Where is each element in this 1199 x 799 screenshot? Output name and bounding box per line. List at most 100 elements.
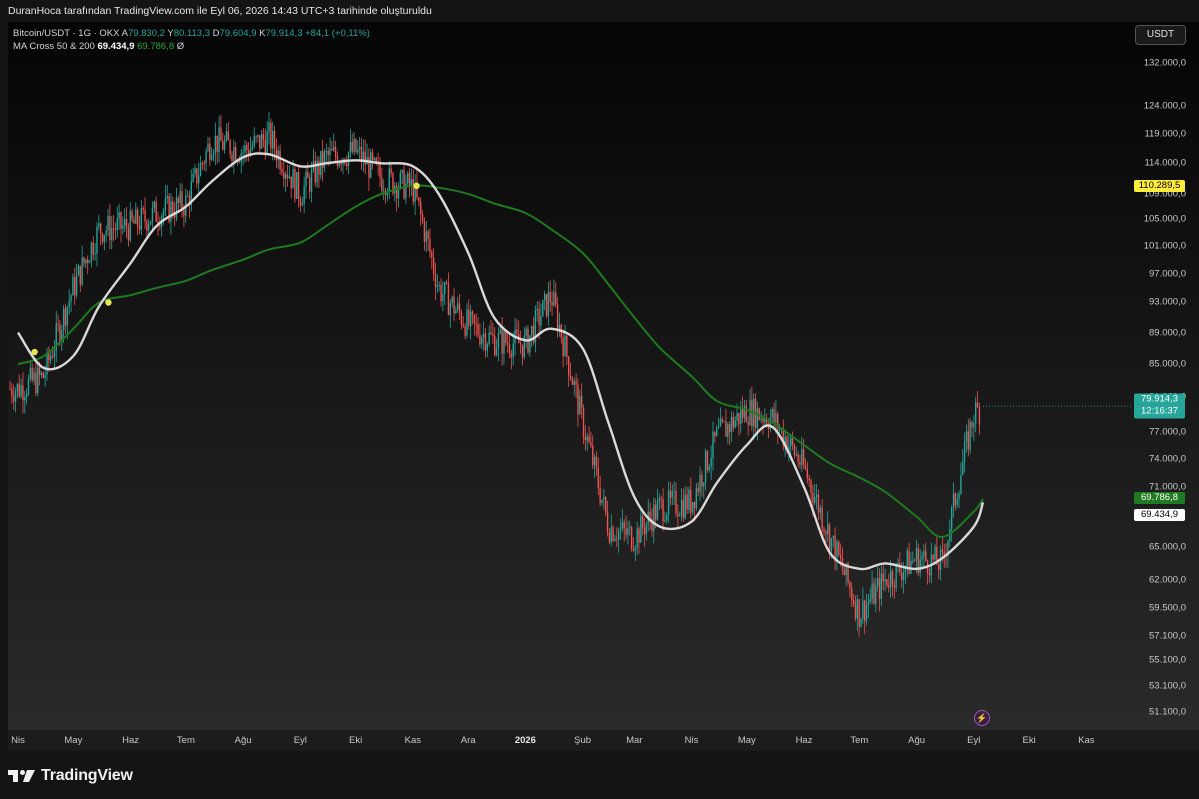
price-tick: 74.000,0 [1149, 453, 1186, 465]
candle-body [608, 532, 611, 543]
candle-body [201, 163, 204, 164]
candle-body [53, 350, 56, 358]
candle-body [923, 550, 925, 557]
candle-body [851, 588, 853, 600]
candle-body [679, 515, 681, 517]
candle-body [830, 538, 833, 551]
candle-body [710, 457, 712, 467]
candle-body [612, 527, 614, 541]
candle-body [138, 225, 141, 230]
candle-body [42, 372, 44, 378]
candle-body [886, 579, 888, 586]
candle-body [490, 332, 492, 335]
candle-body [790, 437, 792, 447]
candle-body [292, 169, 294, 189]
price-tick: 105.000,0 [1143, 213, 1186, 225]
candle-body [114, 229, 117, 231]
candle-body [346, 163, 348, 166]
candle-body [27, 378, 30, 395]
candle-body [431, 252, 433, 258]
ma50-line [17, 152, 985, 571]
candle-body [340, 162, 342, 165]
candle-body [760, 418, 762, 420]
candle-body [667, 490, 670, 515]
candle-body [858, 599, 860, 627]
candle-body [453, 296, 455, 314]
candle-body [852, 599, 855, 604]
candle-body [479, 335, 481, 345]
candle-body [549, 292, 551, 302]
candle-body [220, 127, 222, 141]
price-tick: 114.000,0 [1144, 157, 1186, 169]
candle-body [691, 501, 694, 513]
candle-countdown: 12:16:37 [1141, 405, 1178, 417]
candle-body [582, 407, 585, 438]
candle-body [756, 408, 759, 429]
candle-body [477, 324, 479, 336]
candle-body [941, 549, 944, 553]
candle-body [90, 242, 93, 262]
price-tick: 65.000,0 [1149, 541, 1186, 553]
candle-body [96, 226, 98, 254]
candle-body [967, 431, 969, 450]
candle-body [958, 493, 960, 500]
candle-body [814, 497, 816, 503]
candle-body [773, 408, 775, 423]
candle-body [146, 221, 148, 231]
candle-body [434, 273, 437, 288]
candle-body [301, 203, 303, 206]
candle-body [952, 493, 955, 508]
tradingview-logo[interactable]: TradingView [8, 765, 133, 787]
candle-body [614, 538, 616, 541]
indicator-name[interactable]: MA Cross 50 & 200 [13, 41, 95, 52]
currency-button[interactable]: USDT [1135, 25, 1186, 45]
candle-body [976, 402, 979, 408]
candle-body [839, 555, 842, 559]
candle-body [797, 454, 799, 463]
candle-body [405, 183, 407, 199]
price-chart[interactable] [0, 0, 1199, 799]
candle-body [149, 221, 152, 225]
candle-body [595, 456, 598, 469]
candle-body [20, 385, 22, 397]
candle-body [629, 527, 631, 529]
candle-body [912, 560, 914, 562]
candle-body [603, 497, 605, 500]
candle-body [889, 570, 892, 588]
candle-body [286, 174, 289, 179]
candle-body [693, 501, 696, 509]
candle-body [616, 538, 618, 540]
candle-body [815, 494, 818, 498]
candle-body [99, 223, 102, 234]
candle-body [407, 173, 409, 184]
candle-body [747, 422, 749, 425]
candle-body [684, 494, 686, 518]
candle-body [962, 461, 964, 476]
candle-body [555, 292, 557, 305]
candle-body [865, 604, 868, 621]
time-tick: Eyl [967, 735, 981, 746]
price-tick: 97.000,0 [1149, 268, 1186, 280]
candle-body [272, 131, 274, 149]
candle-body [323, 151, 326, 168]
legend-symbol[interactable]: Bitcoin/USDT · 1G · OKX [13, 28, 119, 39]
candle-body [677, 513, 679, 516]
candle-body [87, 259, 89, 264]
candle-body [880, 573, 883, 599]
candle-body [934, 546, 936, 560]
candle-body [444, 282, 446, 295]
candle-body [636, 528, 638, 548]
candle-body [436, 285, 439, 288]
ma-cross-marker [105, 299, 112, 306]
candle-body [536, 308, 538, 311]
candle-body [229, 140, 231, 155]
lightning-icon[interactable]: ⚡ [974, 710, 990, 726]
candle-body [64, 308, 67, 326]
candle-body [688, 489, 690, 510]
time-tick: Tem [176, 735, 195, 746]
candle-body [538, 308, 540, 326]
candle-body [938, 564, 940, 570]
candle-body [153, 201, 155, 208]
candle-body [473, 314, 476, 324]
candle-body [566, 335, 568, 357]
